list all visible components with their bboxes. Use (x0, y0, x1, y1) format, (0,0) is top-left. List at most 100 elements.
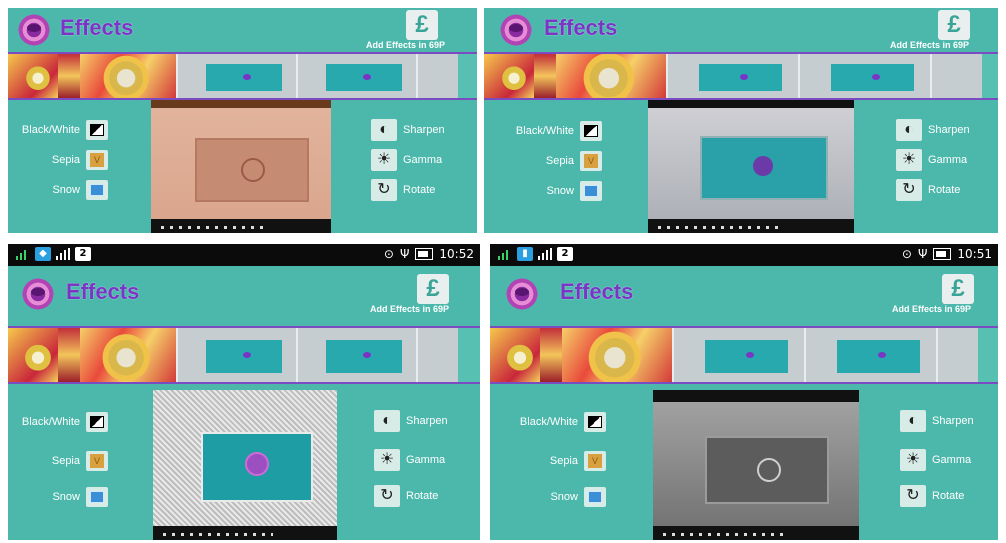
thumbnail-6[interactable] (416, 328, 458, 382)
preview-emblem (757, 458, 781, 482)
black-white-button[interactable]: Black/White (520, 412, 606, 432)
rotate-icon: ↻ (371, 179, 397, 201)
sharpen-icon: ◐ (374, 410, 400, 432)
rotate-label: Rotate (403, 184, 436, 196)
thumbnail-5[interactable] (804, 328, 936, 382)
snow-icon (580, 181, 602, 201)
black-white-label: Black/White (519, 416, 578, 428)
thumbnail-5[interactable] (798, 54, 930, 98)
clock: 10:51 (957, 247, 992, 261)
thumbnail-strip[interactable] (484, 52, 998, 100)
thumbnail-2[interactable] (58, 54, 80, 98)
clock: 10:52 (439, 247, 474, 261)
snow-button[interactable]: Snow (550, 487, 606, 507)
black-white-button[interactable]: Black/White (22, 412, 108, 432)
sharpen-button[interactable]: ◐ Sharpen (371, 119, 445, 141)
snow-button[interactable]: Snow (546, 181, 602, 201)
preview-dots (658, 226, 782, 229)
app-notification-icon: ◆ (35, 247, 51, 261)
rotate-button[interactable]: ↻ Rotate (896, 179, 960, 201)
sharpen-button[interactable]: ◐ Sharpen (896, 119, 970, 141)
sim-badge: 2 (75, 247, 91, 261)
snow-button[interactable]: Snow (52, 487, 108, 507)
thumbnail-6[interactable] (936, 328, 978, 382)
thumbnail-1[interactable] (484, 54, 534, 98)
gamma-label: Gamma (406, 454, 446, 466)
add-effects-label: Add Effects in 69P (892, 304, 972, 314)
thumbnail-6[interactable] (930, 54, 982, 98)
black-white-button[interactable]: Black/White (22, 120, 108, 140)
status-bar: ▮ 2 ⊙ Ψ 10:51 (490, 244, 998, 266)
rotate-button[interactable]: ↻ Rotate (371, 179, 435, 201)
sharpen-label: Sharpen (403, 124, 445, 136)
thumbnail-1[interactable] (8, 54, 58, 98)
sepia-icon (584, 451, 606, 471)
buy-pound-button[interactable]: £ (406, 10, 438, 40)
status-bar: ◆ 2 ⊙ Ψ 10:52 (8, 244, 480, 266)
rotate-button[interactable]: ↻ Rotate (900, 485, 964, 507)
thumbnail-2[interactable] (534, 54, 556, 98)
black-white-button[interactable]: Black/White (516, 121, 602, 141)
sepia-icon (86, 451, 108, 471)
gamma-button[interactable]: ☀ Gamma (374, 449, 445, 471)
thumbnail-4[interactable] (176, 54, 296, 98)
app-header: Effects £ Add Effects in 69P (484, 8, 998, 50)
sharpen-button[interactable]: ◐ Sharpen (900, 410, 974, 432)
thumbnail-2[interactable] (540, 328, 562, 382)
buy-pound-button[interactable]: £ (942, 274, 974, 304)
preview-dots (163, 533, 274, 536)
app-logo-icon (16, 12, 52, 48)
add-effects-label: Add Effects in 69P (366, 40, 446, 50)
app-notification-icon: ▮ (517, 247, 533, 261)
thumbnail-5[interactable] (296, 328, 416, 382)
sepia-label: Sepia (51, 154, 80, 166)
signal-strength-icon (538, 248, 552, 260)
gamma-label: Gamma (403, 154, 443, 166)
sharpen-icon: ◐ (371, 119, 397, 141)
black-white-icon (584, 412, 606, 432)
thumbnail-4[interactable] (176, 328, 296, 382)
thumbnail-4[interactable] (666, 54, 798, 98)
thumbnail-3[interactable] (556, 54, 666, 98)
thumbnail-1[interactable] (8, 328, 58, 382)
gamma-button[interactable]: ☀ Gamma (896, 149, 967, 171)
buy-pound-button[interactable]: £ (417, 274, 449, 304)
thumbnail-strip[interactable] (8, 326, 480, 384)
gamma-label: Gamma (932, 454, 972, 466)
thumbnail-3[interactable] (562, 328, 672, 382)
gamma-icon: ☀ (374, 449, 400, 471)
sepia-button[interactable]: Sepia (550, 451, 606, 471)
thumbnail-1[interactable] (490, 328, 540, 382)
thumbnail-3[interactable] (80, 328, 176, 382)
app-logo-icon (498, 12, 534, 48)
add-effects-label: Add Effects in 69P (370, 304, 450, 314)
black-white-label: Black/White (21, 124, 80, 136)
thumbnail-4[interactable] (672, 328, 804, 382)
sepia-button[interactable]: Sepia (546, 151, 602, 171)
buy-pound-button[interactable]: £ (938, 10, 970, 40)
thumbnail-strip[interactable] (8, 52, 477, 100)
sepia-icon (86, 150, 108, 170)
preview-dots (161, 226, 269, 229)
thumbnail-strip[interactable] (490, 326, 998, 384)
thumbnail-6[interactable] (416, 54, 458, 98)
sepia-button[interactable]: Sepia (52, 451, 108, 471)
thumbnail-2[interactable] (58, 328, 80, 382)
snow-label: Snow (546, 185, 574, 197)
preview-image (653, 390, 859, 540)
preview-emblem (245, 452, 269, 476)
sharpen-button[interactable]: ◐ Sharpen (374, 410, 448, 432)
usb-icon: Ψ (917, 247, 928, 261)
signal-icon (498, 248, 512, 260)
thumbnail-3[interactable] (80, 54, 176, 98)
gamma-button[interactable]: ☀ Gamma (371, 149, 442, 171)
snow-button[interactable]: Snow (52, 180, 108, 200)
gamma-icon: ☀ (371, 149, 397, 171)
gamma-button[interactable]: ☀ Gamma (900, 449, 971, 471)
sharpen-label: Sharpen (928, 124, 970, 136)
sepia-button[interactable]: Sepia (52, 150, 108, 170)
rotate-button[interactable]: ↻ Rotate (374, 485, 438, 507)
thumbnail-5[interactable] (296, 54, 416, 98)
usb-icon: Ψ (399, 247, 410, 261)
vibrate-icon: ⊙ (383, 247, 394, 261)
